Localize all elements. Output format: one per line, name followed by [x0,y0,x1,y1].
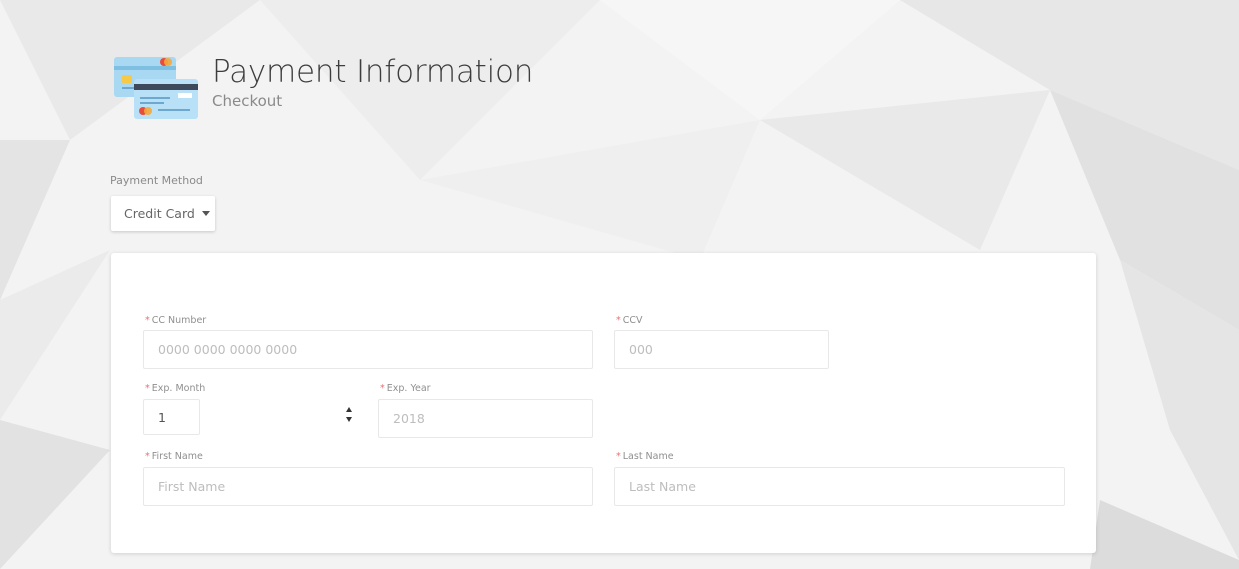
payment-method-select[interactable]: Credit Card [111,196,215,231]
cc-number-input[interactable] [143,330,593,369]
cc-number-label: * CC Number [145,315,207,326]
first-name-input[interactable] [143,467,593,506]
exp-year-label: * Exp. Year [380,383,431,394]
page-subtitle: Checkout [212,92,283,110]
first-name-label: * First Name [145,451,203,462]
exp-month-stepper[interactable] [344,405,354,427]
stepper-down-icon[interactable] [346,417,352,422]
payment-form-card: *CC Number *CCV *Exp. Month *Exp. Year *… [111,253,1096,553]
page-title: Payment Information [212,54,534,90]
exp-year-input[interactable] [378,399,593,438]
payment-method-value: Credit Card [124,206,195,221]
ccv-input[interactable] [614,330,829,369]
exp-month-input[interactable] [143,399,200,435]
stepper-up-icon[interactable] [346,407,352,412]
last-name-input[interactable] [614,467,1065,506]
caret-down-icon [201,211,210,216]
exp-month-label: * Exp. Month [145,383,206,394]
credit-cards-icon [114,57,198,119]
payment-method-label: Payment Method [110,174,203,187]
ccv-label: * CCV [616,315,643,326]
page-frame: Payment Information Checkout Payment Met… [8,8,1232,569]
last-name-label: * Last Name [616,451,674,462]
